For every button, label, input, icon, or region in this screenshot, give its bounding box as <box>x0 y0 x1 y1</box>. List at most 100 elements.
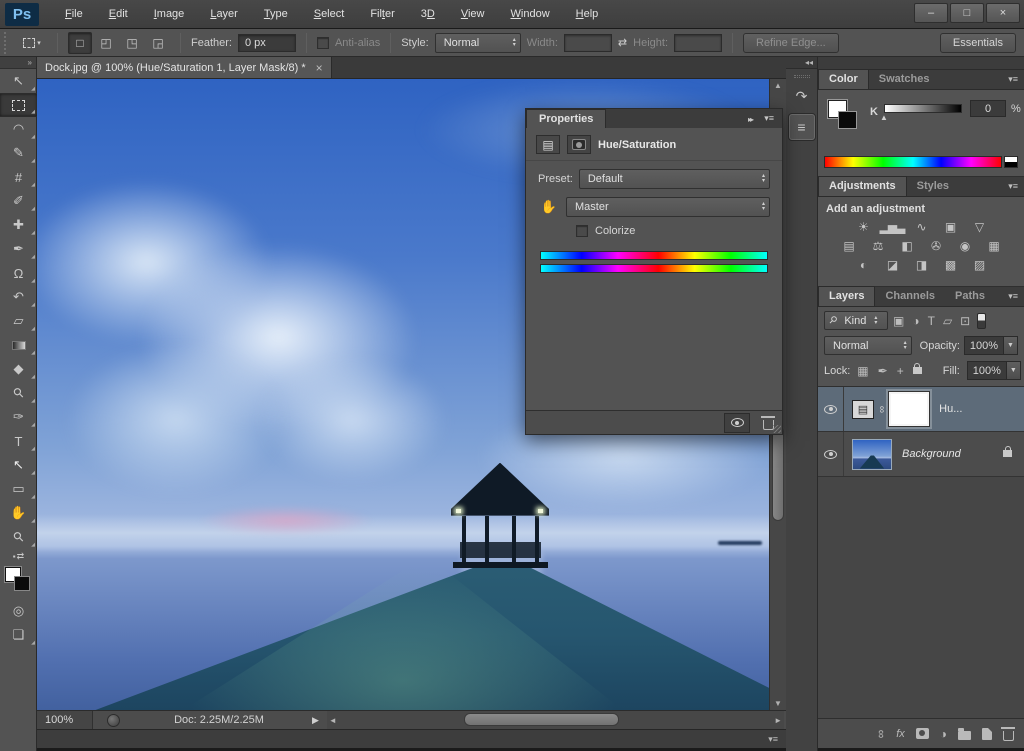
add-layer-mask-icon[interactable] <box>915 728 929 739</box>
tools-collapse-button[interactable]: » <box>0 57 36 69</box>
add-to-selection-icon[interactable]: ◰ <box>94 32 118 54</box>
history-brush-tool[interactable]: ↶ ◢ <box>0 285 37 309</box>
adjustment-layer-thumbnail[interactable]: ▤ <box>852 399 874 419</box>
k-value-input[interactable]: 0 <box>970 100 1006 117</box>
levels-icon[interactable]: ▂▅▃ <box>880 219 906 235</box>
eraser-tool[interactable]: ▱ ◢ <box>0 309 37 333</box>
panel-menu-icon[interactable]: ▾≡ <box>1008 291 1018 302</box>
quick-selection-tool[interactable]: ✎ ◢ <box>0 141 37 165</box>
tab-properties[interactable]: Properties <box>526 109 607 128</box>
panel-menu-icon[interactable]: ▾≡ <box>1008 74 1018 85</box>
opacity-control[interactable]: 100% ▼ <box>964 336 1018 355</box>
screen-mode-button[interactable]: ❏ ◢ <box>0 623 37 647</box>
blend-mode-combo[interactable]: Normal ▴ ▾ <box>824 336 912 355</box>
menu-layer[interactable]: Layer <box>198 4 250 24</box>
resize-grip[interactable] <box>773 425 781 433</box>
new-layer-icon[interactable] <box>982 726 993 740</box>
lock-all-icon[interactable] <box>912 363 922 374</box>
visibility-eye-icon[interactable] <box>724 412 750 433</box>
mask-link-icon[interactable]: ∞ <box>876 405 887 412</box>
menu-view[interactable]: View <box>449 4 497 24</box>
adjustment-settings-icon[interactable]: ▤ <box>536 135 560 154</box>
filter-toggle-switch[interactable] <box>977 312 987 329</box>
layer-thumbnail[interactable] <box>852 438 892 470</box>
menu-edit[interactable]: Edit <box>97 4 140 24</box>
scroll-up-icon[interactable]: ▲ <box>770 81 786 90</box>
threshold-icon[interactable]: ◨ <box>911 257 931 273</box>
refine-edge-button[interactable]: Refine Edge... <box>743 32 839 53</box>
photo-filter-icon[interactable]: ✇ <box>926 238 946 254</box>
filter-kind-combo[interactable]: ⚲ Kind ▴ ▾ <box>824 311 888 330</box>
height-input[interactable] <box>674 33 722 52</box>
menu-select[interactable]: Select <box>302 4 357 24</box>
menu-window[interactable]: Window <box>499 4 562 24</box>
new-group-icon[interactable] <box>958 727 971 740</box>
properties-panel-icon[interactable]: ≡ <box>788 114 815 140</box>
lock-paint-icon[interactable]: ✒ <box>878 364 888 378</box>
brush-tool[interactable]: ✒ ◢ <box>0 237 37 261</box>
lock-transparency-icon[interactable]: ▦ <box>857 364 868 378</box>
width-input[interactable] <box>563 33 612 52</box>
link-layers-icon[interactable]: ∞ <box>874 729 888 738</box>
menu-3d[interactable]: 3D <box>409 4 447 24</box>
gradient-tool[interactable]: ◢ <box>0 333 37 357</box>
maximize-button[interactable]: □ <box>950 3 984 23</box>
add-adjustment-layer-icon[interactable]: ◑ <box>940 727 947 741</box>
menu-file[interactable]: File <box>53 4 95 24</box>
scroll-right-icon[interactable]: ► <box>774 716 782 725</box>
tab-channels[interactable]: Channels <box>875 287 945 306</box>
vibrance-icon[interactable]: ▽ <box>969 219 989 235</box>
selective-color-icon[interactable]: ▨ <box>969 257 989 273</box>
background-color-swatch[interactable] <box>838 111 857 129</box>
channel-combo[interactable]: Master ▴ ▾ <box>566 197 770 217</box>
tab-paths[interactable]: Paths <box>945 287 995 306</box>
menu-image[interactable]: Image <box>142 4 197 24</box>
close-button[interactable]: × <box>986 3 1020 23</box>
color-spectrum-ramp[interactable] <box>824 156 1002 168</box>
k-slider-thumb[interactable]: ▲ <box>880 113 888 122</box>
scroll-left-icon[interactable]: ◄ <box>329 716 337 725</box>
document-tab[interactable]: Dock.jpg @ 100% (Hue/Saturation 1, Layer… <box>37 57 332 78</box>
hand-tool[interactable]: ✋ ◢ <box>0 501 37 525</box>
layer-visibility-toggle[interactable] <box>818 432 844 476</box>
quick-mask-button[interactable]: ◎ <box>0 599 37 623</box>
zoom-tool[interactable]: ⚲ ◢ <box>0 525 37 549</box>
panel-menu-icon[interactable]: ▾≡ <box>1008 181 1018 192</box>
gradient-map-icon[interactable]: ▩ <box>940 257 960 273</box>
new-selection-icon[interactable]: □ <box>68 31 92 54</box>
brightness-contrast-icon[interactable]: ☀ <box>853 219 873 235</box>
filter-shape-icon[interactable]: ▱ <box>943 314 952 328</box>
status-knob-icon[interactable] <box>107 713 120 727</box>
layer-style-icon[interactable]: fx <box>896 728 905 740</box>
close-tab-icon[interactable]: × <box>316 61 323 75</box>
menu-filter[interactable]: Filter <box>358 4 406 24</box>
lock-position-icon[interactable]: + <box>897 364 904 378</box>
menu-help[interactable]: Help <box>564 4 611 24</box>
filter-adjustment-icon[interactable]: ◑ <box>912 314 919 328</box>
layer-row[interactable]: Background <box>818 432 1024 477</box>
minimize-button[interactable]: – <box>914 3 948 23</box>
blur-tool[interactable]: ◆ ◢ <box>0 357 37 381</box>
rectangular-marquee-tool[interactable]: ◢ <box>0 93 37 117</box>
layer-visibility-toggle[interactable] <box>818 387 844 431</box>
spot-healing-brush-tool[interactable]: ✚ ◢ <box>0 213 37 237</box>
pen-tool[interactable]: ✑ ◢ <box>0 405 37 429</box>
tab-styles[interactable]: Styles <box>907 177 959 196</box>
layer-mask-thumbnail[interactable] <box>888 391 931 427</box>
swap-dimensions-icon[interactable]: ⇄ <box>618 36 627 49</box>
move-tool[interactable]: ↖ ◢ <box>0 69 37 93</box>
colorize-checkbox[interactable] <box>576 225 588 237</box>
channel-mixer-icon[interactable]: ◉ <box>955 238 975 254</box>
options-bar-grip[interactable] <box>4 31 9 54</box>
horizontal-scrollbar[interactable]: ◄ ► <box>326 711 784 729</box>
workspace-switcher-button[interactable]: Essentials <box>939 33 1016 53</box>
tab-color[interactable]: Color <box>818 69 869 89</box>
status-flyout-arrow[interactable]: ▶ <box>312 715 319 726</box>
lasso-tool[interactable]: ◠ ◢ <box>0 117 37 141</box>
color-lookup-icon[interactable]: ▦ <box>984 238 1004 254</box>
expand-panels-button[interactable]: ◂◂ <box>786 57 817 69</box>
preset-combo[interactable]: Default ▴ ▾ <box>578 169 770 189</box>
spectrum-bw-swatches[interactable] <box>1004 156 1018 168</box>
clone-stamp-tool[interactable]: Ω ◢ <box>0 261 37 285</box>
tool-preset-picker[interactable]: ▾ <box>17 32 47 54</box>
